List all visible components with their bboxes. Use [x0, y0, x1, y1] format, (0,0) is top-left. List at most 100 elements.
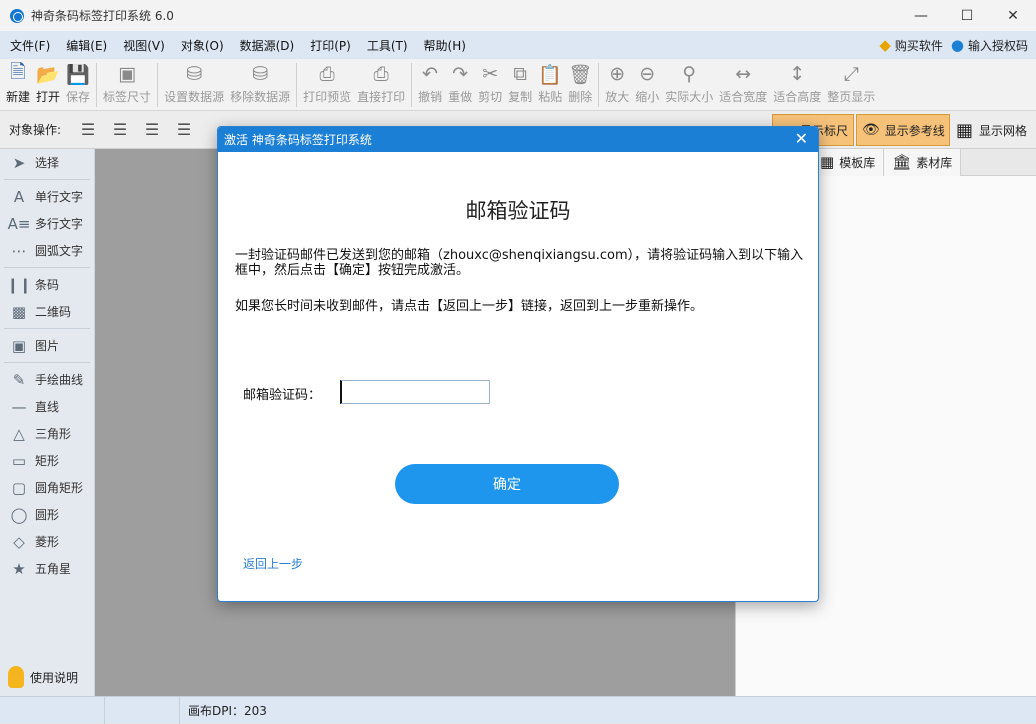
label-size-button[interactable]: ▣ 标签尺寸	[100, 59, 154, 105]
zoom-in-icon: ⊕	[609, 63, 626, 85]
sent-message: 一封验证码邮件已发送到您的邮箱（zhouxc@shenqixiangsu.com…	[235, 248, 804, 278]
status-bar: 画布DPI：203	[0, 696, 1036, 724]
status-cell	[0, 696, 105, 724]
maximize-button[interactable]: ☐	[944, 0, 990, 31]
tool-image[interactable]: ▣ 图片	[0, 332, 94, 359]
tool-line[interactable]: — 直线	[0, 393, 94, 420]
panel-divider	[4, 179, 90, 180]
tools-panel: ➤ 选择 A 单行文字 A≡ 多行文字 ⋯ 圆弧文字 ❙❙ 条码 ▩ 二维码 ▣ 图片 ✎ 手绘…	[0, 149, 95, 696]
delete-button[interactable]: 🗑 删除	[565, 59, 595, 105]
toolbar-divider	[96, 63, 98, 107]
star-icon: ★	[12, 559, 26, 578]
tool-multi-line-text[interactable]: A≡ 多行文字	[0, 210, 94, 237]
direct-print-button[interactable]: ⎙ 直接打印	[354, 59, 408, 105]
actual-size-button[interactable]: ⚲ 实际大小	[662, 59, 716, 105]
layer-bottom-icon[interactable]: ☰	[171, 117, 197, 143]
freehand-icon: ✎	[12, 370, 26, 389]
full-page-icon: ⤢	[843, 63, 859, 85]
save-button[interactable]: 💾 保存	[63, 59, 93, 105]
toolbar-divider	[598, 63, 600, 107]
help-link[interactable]: 使用说明	[8, 666, 78, 688]
tool-select[interactable]: ➤ 选择	[0, 149, 94, 176]
fit-height-button[interactable]: ↕ 适合高度	[770, 59, 824, 105]
tool-triangle[interactable]: △ 三角形	[0, 420, 94, 447]
verification-code-input[interactable]	[340, 380, 490, 404]
tool-diamond[interactable]: ◇ 菱形	[0, 528, 94, 555]
copy-button[interactable]: ⧉ 复制	[505, 59, 535, 105]
close-window-button[interactable]: ✕	[990, 0, 1036, 31]
buy-software-label: 购买软件	[894, 38, 943, 53]
main-toolbar: 🗎 新建 📂 打开 💾 保存 ▣ 标签尺寸 ⛁ 设置数据源 ⛁ 移除数据源 ⎙ 打印预览 ⎙ 直…	[0, 59, 1036, 111]
menu-view[interactable]: 视图(V)	[115, 37, 173, 54]
tab-templates[interactable]: ▦ 模板库	[812, 148, 885, 176]
menu-tools[interactable]: 工具(T)	[359, 37, 416, 54]
not-received-message: 如果您长时间未收到邮件，请点击【返回上一步】链接，返回到上一步重新操作。	[235, 299, 704, 314]
full-page-button[interactable]: ⤢ 整页显示	[824, 59, 878, 105]
toolbar-divider	[157, 63, 159, 107]
tool-single-line-text[interactable]: A 单行文字	[0, 183, 94, 210]
panel-divider	[4, 328, 90, 329]
open-icon: 📂	[36, 63, 60, 86]
rounded-rect-icon: ▢	[11, 478, 27, 497]
circle-icon: ◯	[10, 505, 28, 524]
show-guides-toggle[interactable]: 👁 显示参考线	[856, 114, 950, 146]
confirm-button[interactable]: 确定	[395, 464, 619, 504]
redo-button[interactable]: ↷ 重做	[445, 59, 475, 105]
layer-up-icon[interactable]: ☰	[75, 117, 101, 143]
tool-circle[interactable]: ◯ 圆形	[0, 501, 94, 528]
dialog-heading: 邮箱验证码	[465, 199, 571, 223]
zoom-in-button[interactable]: ⊕ 放大	[602, 59, 632, 105]
template-icon: ▦	[820, 153, 835, 171]
layer-top-icon[interactable]: ☰	[107, 117, 133, 143]
undo-button[interactable]: ↶ 撤销	[415, 59, 445, 105]
tool-rectangle[interactable]: ▭ 矩形	[0, 447, 94, 474]
paste-button[interactable]: 📋 粘贴	[535, 59, 565, 105]
label-size-icon: ▣	[118, 63, 137, 85]
minimize-button[interactable]: —	[898, 0, 944, 31]
user-icon: ●	[950, 36, 964, 54]
print-preview-button[interactable]: ⎙ 打印预览	[300, 59, 354, 105]
barcode-icon: ❙❙	[6, 275, 32, 294]
database-icon: ⛁	[186, 63, 203, 85]
fit-width-button[interactable]: ↔ 适合宽度	[716, 59, 770, 105]
tool-star[interactable]: ★ 五角星	[0, 555, 94, 582]
menu-file[interactable]: 文件(F)	[0, 37, 58, 54]
redo-icon: ↷	[452, 63, 469, 85]
set-datasource-button[interactable]: ⛁ 设置数据源	[161, 59, 227, 105]
save-icon: 💾	[66, 63, 90, 86]
menu-print[interactable]: 打印(P)	[302, 37, 359, 54]
enter-license-link[interactable]: ● 输入授权码	[951, 36, 1028, 54]
fit-height-icon: ↕	[789, 63, 806, 85]
code-label: 邮箱验证码：	[243, 388, 322, 403]
menu-object[interactable]: 对象(O)	[173, 37, 232, 54]
menu-bar: 文件(F) 编辑(E) 视图(V) 对象(O) 数据源(D) 打印(P) 工具(…	[0, 31, 1036, 59]
qrcode-icon: ▩	[11, 302, 27, 321]
tool-arc-text[interactable]: ⋯ 圆弧文字	[0, 237, 94, 264]
tool-qrcode[interactable]: ▩ 二维码	[0, 298, 94, 325]
close-icon[interactable]: ✕	[795, 129, 808, 148]
cut-button[interactable]: ✂ 剪切	[475, 59, 505, 105]
status-cell	[105, 696, 180, 724]
dialog-title-bar: 激活 神奇条码标签打印系统 ✕	[218, 127, 818, 152]
remove-datasource-button[interactable]: ⛁ 移除数据源	[227, 59, 293, 105]
window-title: 神奇条码标签打印系统 6.0	[31, 9, 174, 23]
toolbar-divider	[296, 63, 298, 107]
open-button[interactable]: 📂 打开	[33, 59, 63, 105]
menu-edit[interactable]: 编辑(E)	[58, 37, 115, 54]
new-button[interactable]: 🗎 新建	[0, 59, 33, 105]
tool-barcode[interactable]: ❙❙ 条码	[0, 271, 94, 298]
menu-datasource[interactable]: 数据源(D)	[232, 37, 303, 54]
enter-license-label: 输入授权码	[967, 38, 1028, 53]
layer-down-icon[interactable]: ☰	[139, 117, 165, 143]
library-icon: 🏛	[892, 153, 912, 171]
grid-icon: ▦	[956, 119, 974, 141]
show-grid-toggle[interactable]: ▦ 显示网格	[956, 114, 1027, 146]
tab-library[interactable]: 🏛 素材库	[884, 148, 962, 176]
back-link[interactable]: 返回上一步	[243, 555, 303, 572]
zoom-out-button[interactable]: ⊖ 缩小	[632, 59, 662, 105]
tool-freehand[interactable]: ✎ 手绘曲线	[0, 366, 94, 393]
buy-software-link[interactable]: ◆ 购买软件	[879, 36, 943, 54]
tool-rounded-rect[interactable]: ▢ 圆角矩形	[0, 474, 94, 501]
menu-help[interactable]: 帮助(H)	[416, 37, 474, 54]
copy-icon: ⧉	[513, 63, 527, 85]
